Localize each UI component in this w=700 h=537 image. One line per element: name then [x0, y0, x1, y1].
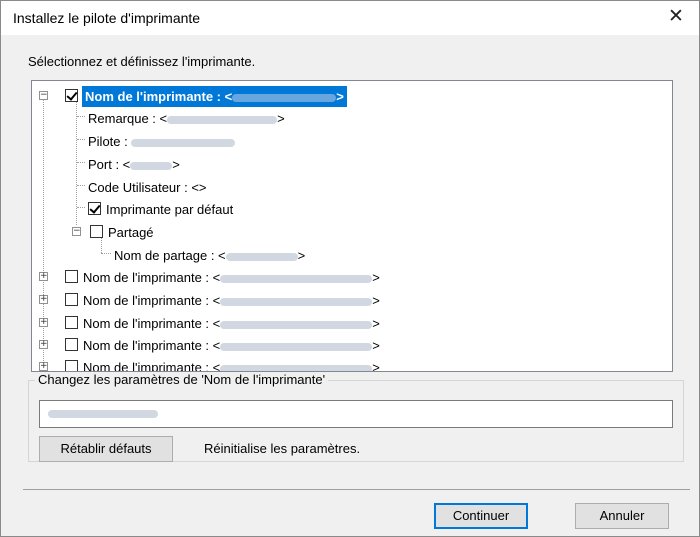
tree-node-printer-3[interactable]: + Nom de l'imprimante : < >	[32, 290, 672, 311]
tree-node-printer-6[interactable]: + Nom de l'imprimante : < >	[32, 357, 672, 372]
remarque-close: >	[277, 111, 285, 126]
default-printer-label: Imprimante par défaut	[106, 202, 234, 217]
tree-node-pilote[interactable]: Pilote :	[88, 131, 236, 152]
printer-name-field[interactable]	[39, 400, 673, 428]
root-checkbox[interactable]	[65, 89, 78, 102]
printer-label: Nom de l'imprimante : < >	[83, 357, 380, 372]
redacted-value	[48, 410, 158, 418]
printer-label-close: >	[372, 338, 380, 353]
printer-label-close: >	[372, 316, 380, 331]
tree-node-code-utilisateur[interactable]: Code Utilisateur : <>	[88, 177, 207, 198]
redacted-value	[220, 364, 373, 371]
port-label: Port : <	[88, 157, 131, 172]
minus-box-icon[interactable]: −	[39, 91, 48, 100]
tree-node-printer-2[interactable]: + Nom de l'imprimante : < >	[32, 267, 672, 288]
default-printer-checkbox[interactable]	[88, 202, 101, 215]
printer-label: Nom de l'imprimante : < >	[83, 267, 380, 288]
printer-tree[interactable]: − Nom de l'imprimante : < > Remarque : < >…	[31, 80, 673, 372]
printer-checkbox[interactable]	[65, 316, 78, 329]
printer-label-text: Nom de l'imprimante : <	[83, 293, 221, 308]
printer-label-close: >	[372, 270, 380, 285]
installer-window: Installez le pilote d'imprimante ✕ Sélec…	[0, 0, 700, 537]
redacted-value	[131, 138, 236, 147]
printer-label-close: >	[372, 293, 380, 308]
redacted-value	[220, 297, 373, 306]
continue-button[interactable]: Continuer	[434, 503, 528, 529]
redacted-value	[232, 93, 337, 102]
printer-checkbox[interactable]	[65, 360, 78, 371]
redacted-value	[225, 252, 298, 261]
root-label-text: Nom de l'imprimante : <	[85, 89, 233, 104]
tree-node-printer-4[interactable]: + Nom de l'imprimante : < >	[32, 313, 672, 334]
settings-legend: Changez les paramètres de 'Nom de l'impr…	[35, 372, 329, 387]
cancel-button[interactable]: Annuler	[575, 503, 669, 529]
plus-box-icon[interactable]: +	[39, 340, 48, 349]
instruction-text: Sélectionnez et définissez l'imprimante.	[28, 54, 256, 69]
redacted-value	[167, 115, 278, 124]
shared-checkbox[interactable]	[90, 225, 103, 238]
tree-node-nom-partage[interactable]: Nom de partage : < >	[114, 245, 305, 266]
printer-label: Nom de l'imprimante : < >	[83, 335, 380, 356]
reset-description: Réinitialise les paramètres.	[204, 441, 361, 456]
plus-box-icon[interactable]: +	[39, 272, 48, 281]
tree-node-root[interactable]: − Nom de l'imprimante : < >	[32, 86, 672, 107]
share-name-label: Nom de partage : <	[114, 248, 226, 263]
root-label[interactable]: Nom de l'imprimante : < >	[82, 86, 347, 107]
root-label-close: >	[336, 89, 344, 104]
window-title: Installez le pilote d'imprimante	[13, 10, 201, 26]
tree-node-remarque[interactable]: Remarque : < >	[88, 108, 285, 129]
tree-line	[77, 162, 85, 163]
tree-line	[77, 207, 85, 208]
minus-box-icon[interactable]: −	[72, 227, 81, 236]
reset-defaults-button[interactable]: Rétablir défauts	[39, 436, 173, 462]
redacted-value	[130, 161, 173, 170]
printer-checkbox[interactable]	[65, 270, 78, 283]
footer-separator	[23, 489, 690, 490]
printer-label: Nom de l'imprimante : < >	[83, 290, 380, 311]
remarque-label: Remarque : <	[88, 111, 168, 126]
port-close: >	[172, 157, 180, 172]
printer-label-close: >	[372, 360, 380, 372]
printer-label-text: Nom de l'imprimante : <	[83, 338, 221, 353]
plus-box-icon[interactable]: +	[39, 362, 48, 371]
pilote-label: Pilote :	[88, 134, 132, 149]
plus-box-icon[interactable]: +	[39, 318, 48, 327]
plus-box-icon[interactable]: +	[39, 295, 48, 304]
settings-group: Changez les paramètres de 'Nom de l'impr…	[28, 372, 684, 462]
tree-line	[77, 116, 85, 117]
tree-line	[77, 185, 85, 186]
printer-checkbox[interactable]	[65, 338, 78, 351]
redacted-value	[220, 274, 373, 283]
tree-node-port[interactable]: Port : < >	[88, 154, 180, 175]
printer-label-text: Nom de l'imprimante : <	[83, 316, 221, 331]
printer-label: Nom de l'imprimante : < >	[83, 313, 380, 334]
close-button[interactable]: ✕	[653, 1, 699, 35]
tree-line	[101, 253, 111, 254]
tree-node-partage[interactable]: − Partagé	[32, 222, 332, 243]
shared-label: Partagé	[108, 225, 154, 240]
close-icon: ✕	[668, 6, 684, 27]
redacted-value	[220, 342, 373, 351]
title-bar: Installez le pilote d'imprimante ✕	[1, 1, 699, 35]
code-label: Code Utilisateur : <>	[88, 180, 207, 195]
printer-label-text: Nom de l'imprimante : <	[83, 360, 221, 372]
share-name-close: >	[297, 248, 306, 263]
tree-line	[77, 139, 85, 140]
redacted-value	[220, 320, 373, 329]
tree-node-printer-5[interactable]: + Nom de l'imprimante : < >	[32, 335, 672, 356]
printer-checkbox[interactable]	[65, 293, 78, 306]
printer-label-text: Nom de l'imprimante : <	[83, 270, 221, 285]
